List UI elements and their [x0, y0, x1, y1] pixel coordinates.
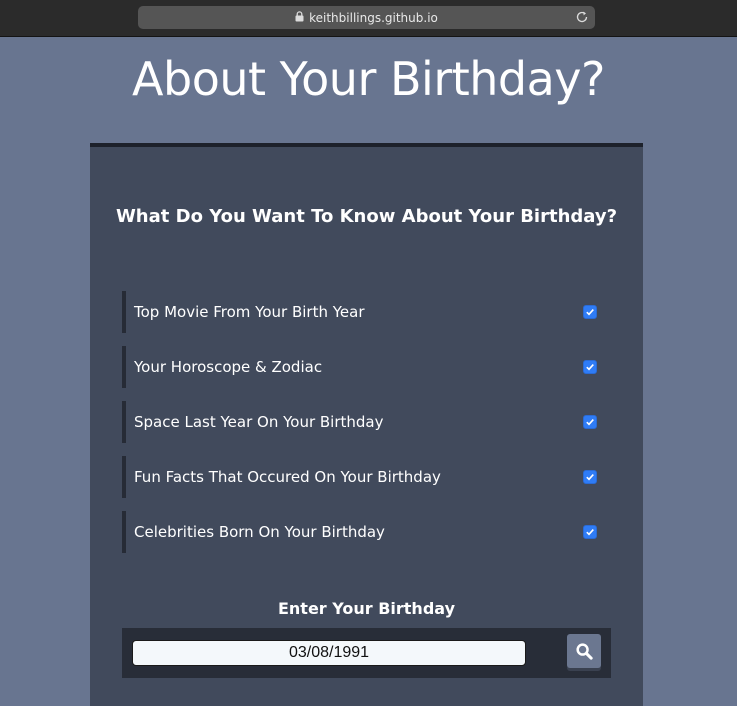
birthday-form-card: What Do You Want To Know About Your Birt… [90, 143, 643, 706]
search-icon [575, 642, 593, 660]
option-label: Celebrities Born On Your Birthday [134, 523, 385, 541]
url-text: keithbillings.github.io [309, 10, 438, 25]
option-celebrities[interactable]: Celebrities Born On Your Birthday [122, 511, 603, 553]
option-space[interactable]: Space Last Year On Your Birthday [122, 401, 603, 443]
option-label: Space Last Year On Your Birthday [134, 413, 384, 431]
browser-toolbar: keithbillings.github.io [0, 0, 737, 37]
option-fun-facts[interactable]: Fun Facts That Occured On Your Birthday [122, 456, 603, 498]
option-label: Your Horoscope & Zodiac [134, 358, 323, 376]
option-horoscope[interactable]: Your Horoscope & Zodiac [122, 346, 603, 388]
checkmark-icon [586, 529, 594, 536]
card-heading: What Do You Want To Know About Your Birt… [115, 206, 618, 227]
option-checkbox[interactable] [583, 525, 597, 539]
checkmark-icon [586, 364, 594, 371]
option-checkbox[interactable] [583, 360, 597, 374]
birthday-search-bar [122, 628, 611, 678]
address-bar[interactable]: keithbillings.github.io [138, 6, 595, 29]
checkmark-icon [586, 419, 594, 426]
option-checkbox[interactable] [583, 470, 597, 484]
option-label: Top Movie From Your Birth Year [134, 303, 365, 321]
reload-icon[interactable] [575, 10, 589, 24]
options-list: Top Movie From Your Birth Year Your Horo… [122, 291, 603, 566]
option-checkbox[interactable] [583, 305, 597, 319]
option-top-movie[interactable]: Top Movie From Your Birth Year [122, 291, 603, 333]
birthday-input[interactable] [132, 640, 526, 666]
lock-icon [295, 11, 304, 22]
checkmark-icon [586, 309, 594, 316]
search-button[interactable] [567, 634, 601, 668]
checkmark-icon [586, 474, 594, 481]
page-title: About Your Birthday? [132, 52, 605, 106]
option-checkbox[interactable] [583, 415, 597, 429]
birthday-label: Enter Your Birthday [277, 599, 456, 618]
option-label: Fun Facts That Occured On Your Birthday [134, 468, 441, 486]
